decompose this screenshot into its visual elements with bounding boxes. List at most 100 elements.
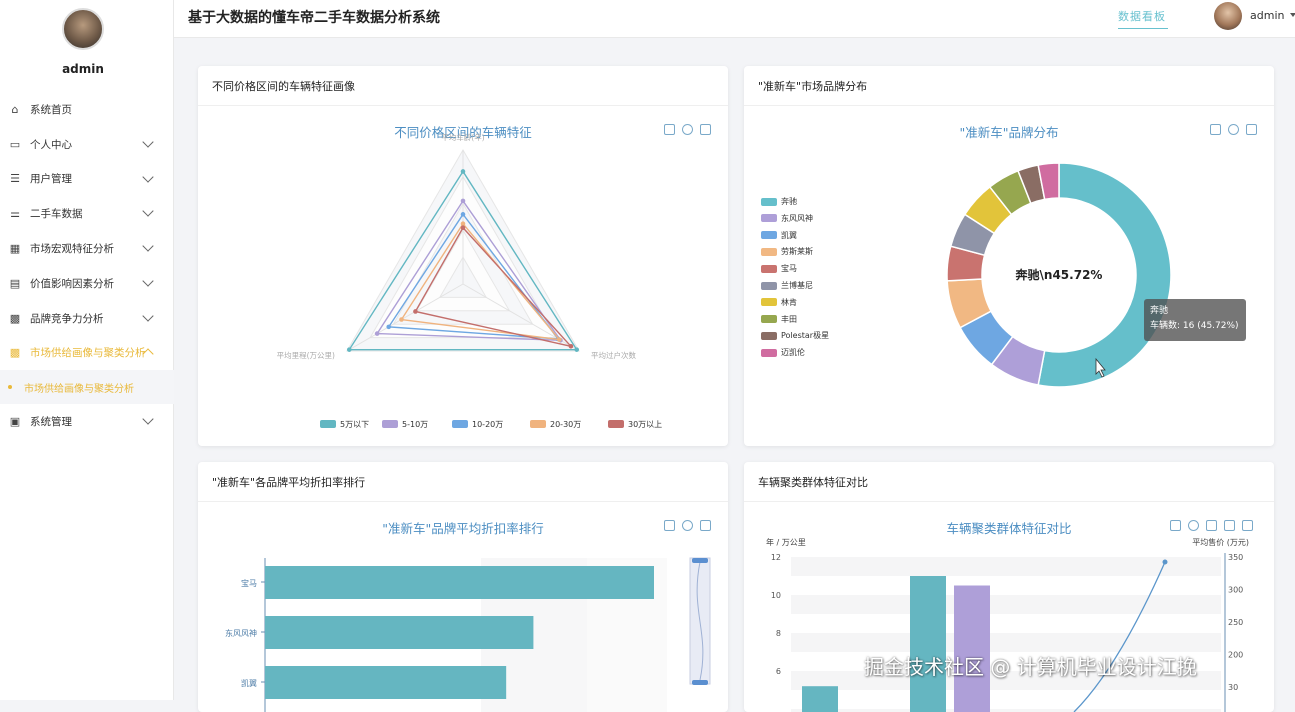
legend-swatch [761, 231, 777, 239]
radar-point[interactable] [461, 221, 466, 226]
cluster-bar[interactable] [910, 576, 946, 712]
legend-item[interactable]: 劳斯莱斯 [761, 246, 813, 257]
chevron-down-icon[interactable] [142, 310, 153, 321]
sidebar-item-label: 市场宏观特征分析 [30, 241, 114, 256]
avatar[interactable] [1214, 2, 1242, 30]
radar-indicator-label: 平均里程(万公里) [277, 350, 335, 360]
legend-swatch[interactable] [320, 420, 336, 428]
cluster-y-axis-label: 年 / 万公里 [766, 537, 806, 547]
sidebar-username: admin [0, 62, 166, 76]
sidebar-subitem-label: 市场供给画像与聚类分析 [24, 380, 134, 395]
legend-item[interactable]: 迈凯伦 [761, 347, 805, 358]
sidebar-item[interactable]: ⚌二手车数据 [0, 196, 174, 231]
cluster-y2-axis-label: 平均售价 (万元) [1192, 537, 1249, 547]
legend-item[interactable]: 东风风神 [761, 213, 813, 224]
cluster-grid-band [791, 633, 1221, 652]
top-bar: 基于大数据的懂车帝二手车数据分析系统 数据看板 admin [174, 0, 1295, 38]
legend-item[interactable]: Polestar极星 [761, 330, 829, 341]
cluster-bar[interactable] [802, 686, 838, 712]
legend-item[interactable]: 宝马 [761, 263, 797, 274]
chevron-down-icon[interactable] [142, 414, 153, 425]
sidebar-item-label: 品牌竞争力分析 [30, 311, 104, 326]
sidebar-item[interactable]: ▦市场宏观特征分析 [0, 231, 174, 266]
sidebar-item-label: 用户管理 [30, 171, 72, 186]
radar-point[interactable] [574, 347, 579, 352]
legend-swatch [761, 315, 777, 323]
radar-point[interactable] [386, 325, 391, 330]
tooltip-value: 车辆数: 16 (45.72%) [1150, 319, 1240, 334]
bar-chart: 宝马东风风神凯翼 [198, 462, 728, 712]
sidebar-item[interactable]: ▤价值影响因素分析 [0, 266, 174, 301]
legend-label[interactable]: 30万以上 [628, 420, 662, 429]
chevron-down-icon[interactable] [142, 241, 153, 252]
radar-point[interactable] [461, 199, 466, 204]
legend-item[interactable]: 丰田 [761, 314, 797, 325]
cluster-price-point[interactable] [1163, 560, 1168, 565]
cluster-grid-band [791, 595, 1221, 614]
legend-item[interactable]: 兰博基尼 [761, 280, 813, 291]
chevron-down-icon[interactable] [142, 275, 153, 286]
radar-point[interactable] [461, 212, 466, 217]
radar-point[interactable] [399, 317, 404, 322]
radar-point[interactable] [461, 225, 466, 230]
legend-label[interactable]: 10-20万 [472, 420, 503, 429]
chevron-down-icon[interactable] [142, 171, 153, 182]
legend-label: 东风风神 [781, 213, 813, 224]
sidebar-avatar[interactable] [62, 8, 104, 50]
sidebar-item[interactable]: ☰ 用户管理 [0, 162, 174, 197]
bar[interactable] [265, 666, 506, 699]
top-username[interactable]: admin [1250, 9, 1284, 22]
bar[interactable] [265, 616, 533, 649]
radar-point[interactable] [569, 344, 574, 349]
datazoom-handle-bottom[interactable] [692, 680, 708, 685]
legend-swatch [761, 214, 777, 222]
sidebar-item[interactable]: ▩品牌竞争力分析 [0, 301, 174, 336]
sidebar-item-label: 二手车数据 [30, 206, 83, 221]
sidebar-subitem[interactable]: 市场供给画像与聚类分析 [0, 370, 174, 404]
legend-item[interactable]: 奔驰 [761, 196, 797, 207]
cluster-bar[interactable] [954, 586, 990, 712]
cluster-y-tick: 8 [776, 629, 781, 638]
legend-label[interactable]: 20-30万 [550, 420, 581, 429]
radar-point[interactable] [413, 309, 418, 314]
datazoom-handle-top[interactable] [692, 558, 708, 563]
pie-chart: 奔驰\n45.72% [744, 66, 1274, 446]
radar-point[interactable] [375, 331, 380, 336]
cluster-y-tick: 12 [771, 553, 781, 562]
legend-label[interactable]: 5-10万 [402, 420, 428, 429]
chevron-down-icon[interactable] [142, 206, 153, 217]
legend-swatch[interactable] [530, 420, 546, 428]
cluster-y2-tick: 30 [1228, 683, 1238, 692]
pie-card: "准新车"市场品牌分布 "准新车"品牌分布 奔驰\n45.72% 奔驰东风风神凯… [744, 66, 1274, 446]
home-icon: ⌂ [8, 102, 22, 116]
chevron-down-icon[interactable] [142, 136, 153, 147]
legend-swatch[interactable] [452, 420, 468, 428]
legend-label: 宝马 [781, 263, 797, 274]
dashboard-link[interactable]: 数据看板 [1118, 8, 1166, 24]
cluster-y-tick: 6 [776, 667, 781, 676]
radar-indicator-label: 平均过户次数 [591, 350, 636, 360]
clipboard-icon: ▤ [8, 276, 22, 290]
cluster-y2-tick: 200 [1228, 651, 1243, 660]
legend-swatch[interactable] [382, 420, 398, 428]
legend-item[interactable]: 凯翼 [761, 230, 797, 241]
legend-label: 奔驰 [781, 196, 797, 207]
radar-point[interactable] [557, 337, 562, 342]
caret-down-icon[interactable] [1290, 13, 1295, 17]
bar[interactable] [265, 566, 654, 599]
sidebar-item[interactable]: ▭个人中心 [0, 127, 174, 162]
sidebar-item[interactable]: ▣系统管理 [0, 404, 174, 439]
cluster-y2-tick: 350 [1228, 553, 1243, 562]
legend-label: 劳斯莱斯 [781, 246, 813, 257]
legend-item[interactable]: 林肯 [761, 297, 797, 308]
radar-card: 不同价格区间的车辆特征画像 不同价格区间的车辆特征 平均车龄(年)平均里程(万公… [198, 66, 728, 446]
bar-category-label: 凯翼 [241, 678, 257, 688]
sidebar-item[interactable]: ⌂系统首页 [0, 92, 174, 127]
sidebar-item[interactable]: ▩市场供给画像与聚类分析 [0, 336, 174, 371]
legend-swatch[interactable] [608, 420, 624, 428]
radar-point[interactable] [347, 347, 352, 352]
radar-point[interactable] [461, 169, 466, 174]
list-icon: ☰ [8, 172, 22, 186]
sidebar-menu: ⌂系统首页▭个人中心☰用户管理⚌二手车数据▦市场宏观特征分析▤价值影响因素分析▩… [0, 92, 174, 439]
legend-label[interactable]: 5万以下 [340, 420, 369, 429]
